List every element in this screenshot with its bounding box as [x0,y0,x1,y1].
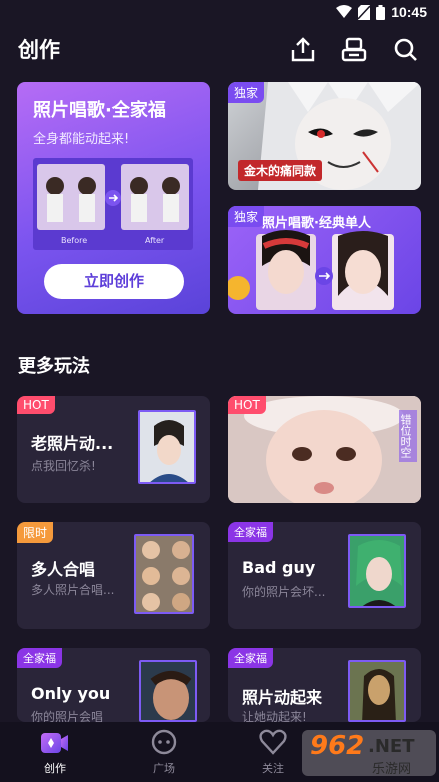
exclusive-tag: 独家 [228,82,265,103]
gameplay-card-only-you[interactable]: 全家福 Only you 你的照片会唱 [17,648,210,722]
before-after-image [37,164,189,230]
featured-card[interactable]: 照片唱歌·全家福 全身都能动起来! Before After 立即创作 [17,82,210,314]
card-title: 照片动起来 [242,688,323,707]
hot-tag: HOT [17,396,55,414]
side-label: 错位时空 [399,410,417,462]
card-subtitle: 让她动起来! [242,710,307,722]
create-now-button[interactable]: 立即创作 [44,264,184,299]
card-title: Bad guy [242,558,316,577]
create-icon [41,733,68,753]
status-time: 10:45 [391,4,427,20]
gameplay-card-photo-animate[interactable]: 全家福 照片动起来 让她动起来! [228,648,421,722]
nav-follow[interactable]: 关注 [243,728,303,776]
nav-plaza[interactable]: 广场 [134,728,194,776]
card-thumbnail [138,410,196,484]
app-header: 创作 [0,26,439,72]
promo-card-song[interactable]: 独家 照片唱歌·经典单人 [228,206,421,314]
section-title-more: 更多玩法 [18,356,90,377]
before-after-preview: Before After [33,158,193,250]
no-sim-icon [358,4,371,20]
page-title: 创作 [18,38,60,62]
before-label: Before [61,236,88,245]
gameplay-card-old-photo[interactable]: HOT 老照片动... 点我回忆杀! [17,396,210,503]
promo-caption: 金木的痛同款 [238,160,323,181]
site-watermark: 962 .NET 乐游网 [302,728,436,778]
card-thumbnail [134,534,194,614]
card-thumbnail [348,534,406,608]
family-tag: 全家福 [17,648,62,668]
planet-icon [151,729,177,755]
limited-tag: 限时 [17,522,54,543]
watermark-site: 乐游网 [372,762,412,777]
card-subtitle: 点我回忆杀! [31,459,96,473]
battery-icon [376,4,386,20]
card-subtitle: 你的照片会坏... [242,585,326,599]
heart-icon [259,729,287,755]
nav-create[interactable]: 创作 [25,728,85,776]
featured-subtitle: 全身都能动起来! [33,132,130,147]
watermark-number: 962 [310,731,365,761]
status-bar: 10:45 [0,0,439,26]
nav-label: 关注 [262,762,284,775]
gameplay-card-bad-guy[interactable]: 全家福 Bad guy 你的照片会坏... [228,522,421,629]
family-tag: 全家福 [228,522,273,542]
singing-portraits-image [228,230,394,310]
family-tag: 全家福 [228,648,273,668]
hot-tag: HOT [228,396,266,414]
watermark-suffix: .NET [368,736,415,757]
wifi-icon [336,5,353,18]
gameplay-card-time-shift[interactable]: HOT 错位时空 [228,396,421,503]
card-subtitle: 多人照片合唱... [31,583,115,597]
featured-title: 照片唱歌·全家福 [33,100,166,121]
share-icon[interactable] [289,36,317,64]
after-label: After [145,236,165,245]
card-title: 老照片动... [31,434,114,453]
card-title: 多人合唱 [31,560,96,579]
card-title: Only you [31,684,111,703]
gameplay-card-group-sing[interactable]: 限时 多人合唱 多人照片合唱... [17,522,210,629]
card-subtitle: 你的照片会唱 [31,710,104,722]
search-icon[interactable] [392,36,420,64]
drafts-icon[interactable] [340,36,368,64]
nav-label: 广场 [153,762,175,775]
promo-card-anime[interactable]: 独家 金木的痛同款 [228,82,421,190]
card-thumbnail [348,660,406,722]
card-thumbnail [139,660,197,722]
nav-label: 创作 [44,762,66,775]
